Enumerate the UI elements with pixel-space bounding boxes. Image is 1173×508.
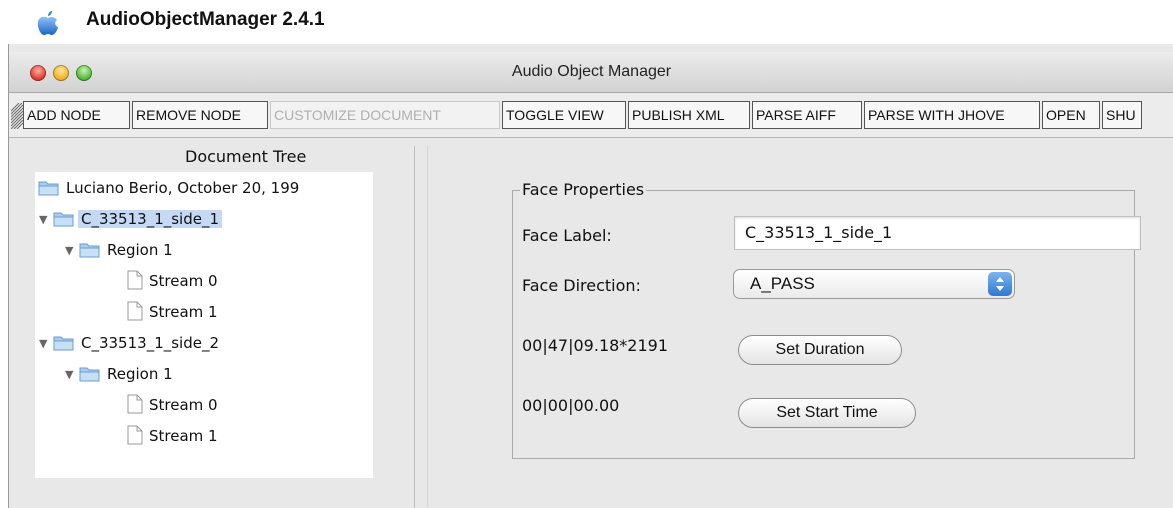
set-duration-button[interactable]: Set Duration <box>738 335 902 365</box>
tree-file-node[interactable]: Stream 1 <box>127 424 221 448</box>
folder-icon <box>38 179 60 204</box>
tree-node-label: C_33513_1_side_1 <box>78 210 223 228</box>
face-label-input[interactable]: C_33513_1_side_1 <box>734 216 1141 250</box>
parse-aiff-button[interactable]: PARSE AIFF <box>752 101 862 129</box>
face-label-caption: Face Label: <box>522 226 612 245</box>
folder-icon <box>79 365 101 390</box>
toolbar-grip-icon[interactable] <box>11 103 23 129</box>
toggle-view-button[interactable]: TOGGLE VIEW <box>502 101 626 129</box>
tree-folder-node[interactable]: ▼ C_33513_1_side_2 <box>39 331 222 355</box>
tree-file-node[interactable]: Stream 0 <box>127 269 221 293</box>
start-time-value: 00|00|00.00 <box>522 396 620 415</box>
tree-node-label: Stream 1 <box>149 303 218 321</box>
face-direction-value: A_PASS <box>750 274 815 293</box>
group-title: Face Properties <box>520 180 647 199</box>
file-icon <box>127 394 143 421</box>
tree-node-label: Region 1 <box>107 241 173 259</box>
tree-node-label: Luciano Berio, October 20, 199 <box>66 179 300 197</box>
disclosure-triangle-icon[interactable]: ▼ <box>39 208 53 232</box>
tree-folder-node[interactable]: ▼ Region 1 <box>65 362 176 386</box>
parse-with-jhove-button[interactable]: PARSE WITH JHOVE <box>864 101 1040 129</box>
disclosure-triangle-icon[interactable]: ▼ <box>65 239 79 263</box>
file-icon <box>127 270 143 297</box>
tree-node-label: Stream 0 <box>149 272 218 290</box>
shu-button[interactable]: SHU <box>1102 101 1142 129</box>
folder-icon <box>53 210 75 235</box>
file-icon <box>127 425 143 452</box>
document-tree-panel: Document Tree Luciano Berio, October 20,… <box>9 146 415 508</box>
folder-icon <box>79 241 101 266</box>
tree-node-label: Stream 1 <box>149 427 218 445</box>
app-window: Audio Object Manager ADD NODE REMOVE NODE… <box>8 44 1173 508</box>
app-name[interactable]: AudioObjectManager 2.4.1 <box>86 9 325 31</box>
folder-icon <box>53 334 75 359</box>
tree-title: Document Tree <box>185 147 307 166</box>
remove-node-button[interactable]: REMOVE NODE <box>132 101 268 129</box>
toolbar: ADD NODE REMOVE NODE CUSTOMIZE DOCUMENT TOG… <box>9 93 1173 138</box>
tree-folder-node[interactable]: ▼ C_33513_1_side_1 <box>39 207 223 232</box>
window-title: Audio Object Manager <box>511 63 672 80</box>
customize-document-button[interactable]: CUSTOMIZE DOCUMENT <box>270 101 500 129</box>
disclosure-triangle-icon[interactable]: ▼ <box>65 363 79 387</box>
toolbar-buttons: ADD NODE REMOVE NODE CUSTOMIZE DOCUMENT TOG… <box>23 101 1144 129</box>
duration-value: 00|47|09.18*2191 <box>522 336 669 355</box>
disclosure-triangle-icon[interactable]: ▼ <box>39 332 53 356</box>
file-icon <box>127 301 143 328</box>
document-tree[interactable]: Luciano Berio, October 20, 199 ▼ C_33513_1… <box>35 172 373 478</box>
open-button[interactable]: OPEN <box>1042 101 1100 129</box>
tree-file-node[interactable]: Stream 0 <box>127 393 221 417</box>
tree-node-label: Region 1 <box>107 365 173 383</box>
tree-node-label: C_33513_1_side_2 <box>81 334 220 352</box>
title-bar[interactable]: Audio Object Manager <box>9 52 1173 93</box>
publish-xml-button[interactable]: PUBLISH XML <box>628 101 750 129</box>
add-node-button[interactable]: ADD NODE <box>23 101 130 129</box>
apple-icon[interactable] <box>37 10 59 36</box>
properties-panel: Face Properties Face Label: C_33513_1_si… <box>427 146 1173 508</box>
updown-arrows-icon <box>988 272 1012 296</box>
face-direction-caption: Face Direction: <box>522 276 641 295</box>
menu-bar: AudioObjectManager 2.4.1 <box>0 0 1173 40</box>
tree-node-label: Stream 0 <box>149 396 218 414</box>
tree-file-node[interactable]: Stream 1 <box>127 300 221 324</box>
set-start-time-button[interactable]: Set Start Time <box>738 398 916 428</box>
tree-folder-node[interactable]: Luciano Berio, October 20, 199 <box>38 176 302 200</box>
face-direction-select[interactable]: A_PASS <box>733 269 1015 299</box>
tree-folder-node[interactable]: ▼ Region 1 <box>65 238 176 262</box>
